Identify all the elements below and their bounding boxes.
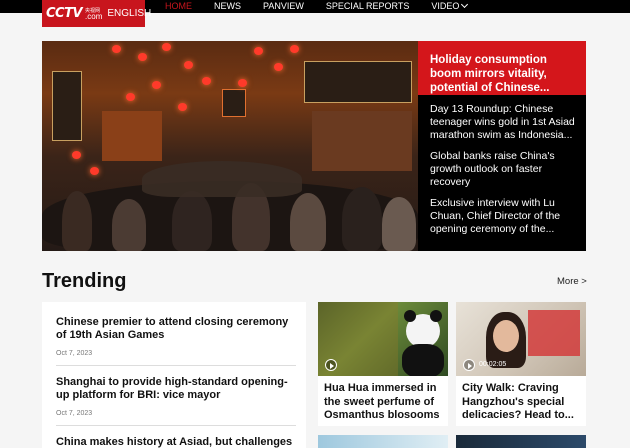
- list-item-title[interactable]: Chinese premier to attend closing ceremo…: [56, 316, 296, 342]
- video-thumbnail[interactable]: [318, 435, 448, 448]
- logo-text: ENGLISH: [107, 8, 152, 19]
- video-card-title[interactable]: City Walk: Craving Hangzhou's special de…: [456, 376, 586, 423]
- panda-ear: [430, 310, 442, 322]
- person: [112, 199, 146, 251]
- lantern: [152, 81, 161, 89]
- video-card-title[interactable]: Hua Hua immersed in the sweet perfume of…: [318, 376, 448, 423]
- lantern: [72, 151, 81, 159]
- lantern: [290, 45, 299, 53]
- storefront: [102, 111, 162, 161]
- person: [342, 187, 382, 251]
- site-logo[interactable]: CCTV 央视网 .com ENGLISH: [42, 0, 151, 27]
- nav-panview[interactable]: PANVIEW: [263, 0, 304, 13]
- lantern: [178, 103, 187, 111]
- list-item[interactable]: Chinese premier to attend closing ceremo…: [42, 302, 306, 366]
- nav-video-label: VIDEO: [431, 1, 460, 11]
- play-icon[interactable]: [463, 359, 475, 371]
- hero-section: Holiday consumption boom mirrors vitalit…: [42, 41, 586, 251]
- logo-com: .com: [85, 11, 103, 21]
- video-thumbnail[interactable]: [318, 302, 448, 376]
- play-icon[interactable]: [325, 359, 337, 371]
- nav-news[interactable]: NEWS: [214, 0, 241, 13]
- lantern: [274, 63, 283, 71]
- trending-list: Chinese premier to attend closing ceremo…: [42, 302, 306, 448]
- panda-ear: [404, 310, 416, 322]
- hero-headlines: Holiday consumption boom mirrors vitalit…: [418, 41, 586, 251]
- list-item-title[interactable]: Shanghai to provide high-standard openin…: [56, 376, 296, 402]
- shop-sign: [304, 61, 412, 103]
- hero-headline[interactable]: Global banks raise China's growth outloo…: [418, 150, 586, 189]
- video-card[interactable]: 00:02:05 City Walk: Craving Hangzhou's s…: [456, 302, 586, 426]
- lantern: [90, 167, 99, 175]
- list-item[interactable]: Shanghai to provide high-standard openin…: [42, 366, 306, 426]
- person: [290, 193, 326, 251]
- caption-overlay: [528, 310, 580, 356]
- lantern: [184, 61, 193, 69]
- lantern: [162, 43, 171, 51]
- video-thumbnail[interactable]: 00:02:05: [456, 302, 586, 376]
- section-title-trending: Trending: [42, 270, 127, 292]
- lantern: [202, 77, 211, 85]
- hero-image[interactable]: [42, 41, 418, 251]
- person: [172, 191, 212, 251]
- person-face: [493, 320, 519, 352]
- nav-menu: HOME NEWS PANVIEW SPECIAL REPORTS VIDEO: [165, 0, 489, 13]
- lantern: [254, 47, 263, 55]
- list-item-date: Oct 7, 2023: [56, 350, 93, 357]
- list-item[interactable]: China makes history at Asiad, but challe…: [42, 426, 306, 448]
- shop-sign: [222, 89, 246, 117]
- lantern: [126, 93, 135, 101]
- hero-headline[interactable]: Day 13 Roundup: Chinese teenager wins go…: [418, 103, 586, 142]
- more-link[interactable]: More >: [557, 276, 587, 287]
- person: [62, 191, 92, 251]
- shop-sign: [52, 71, 82, 141]
- list-item-date: Oct 7, 2023: [56, 410, 93, 417]
- video-thumbnail[interactable]: [456, 435, 586, 448]
- storefront: [312, 111, 412, 171]
- hero-headline[interactable]: Exclusive interview with Lu Chuan, Chief…: [418, 197, 586, 236]
- lantern: [238, 79, 247, 87]
- list-item-title[interactable]: China makes history at Asiad, but challe…: [56, 436, 296, 448]
- crowd-back: [142, 161, 302, 197]
- logo-sub: 央视网 .com: [85, 8, 103, 21]
- video-duration: 00:02:05: [479, 361, 507, 368]
- logo-mark: CCTV: [46, 6, 83, 21]
- lantern: [138, 53, 147, 61]
- lantern: [112, 45, 121, 53]
- nav-video[interactable]: VIDEO: [431, 0, 469, 13]
- nav-special-reports[interactable]: SPECIAL REPORTS: [326, 0, 410, 13]
- chevron-down-icon: [461, 0, 469, 9]
- video-card[interactable]: Hua Hua immersed in the sweet perfume of…: [318, 302, 448, 426]
- hero-lead-headline[interactable]: Holiday consumption boom mirrors vitalit…: [418, 41, 586, 95]
- nav-home[interactable]: HOME: [165, 0, 192, 13]
- person: [382, 197, 416, 251]
- panda-body: [402, 344, 444, 376]
